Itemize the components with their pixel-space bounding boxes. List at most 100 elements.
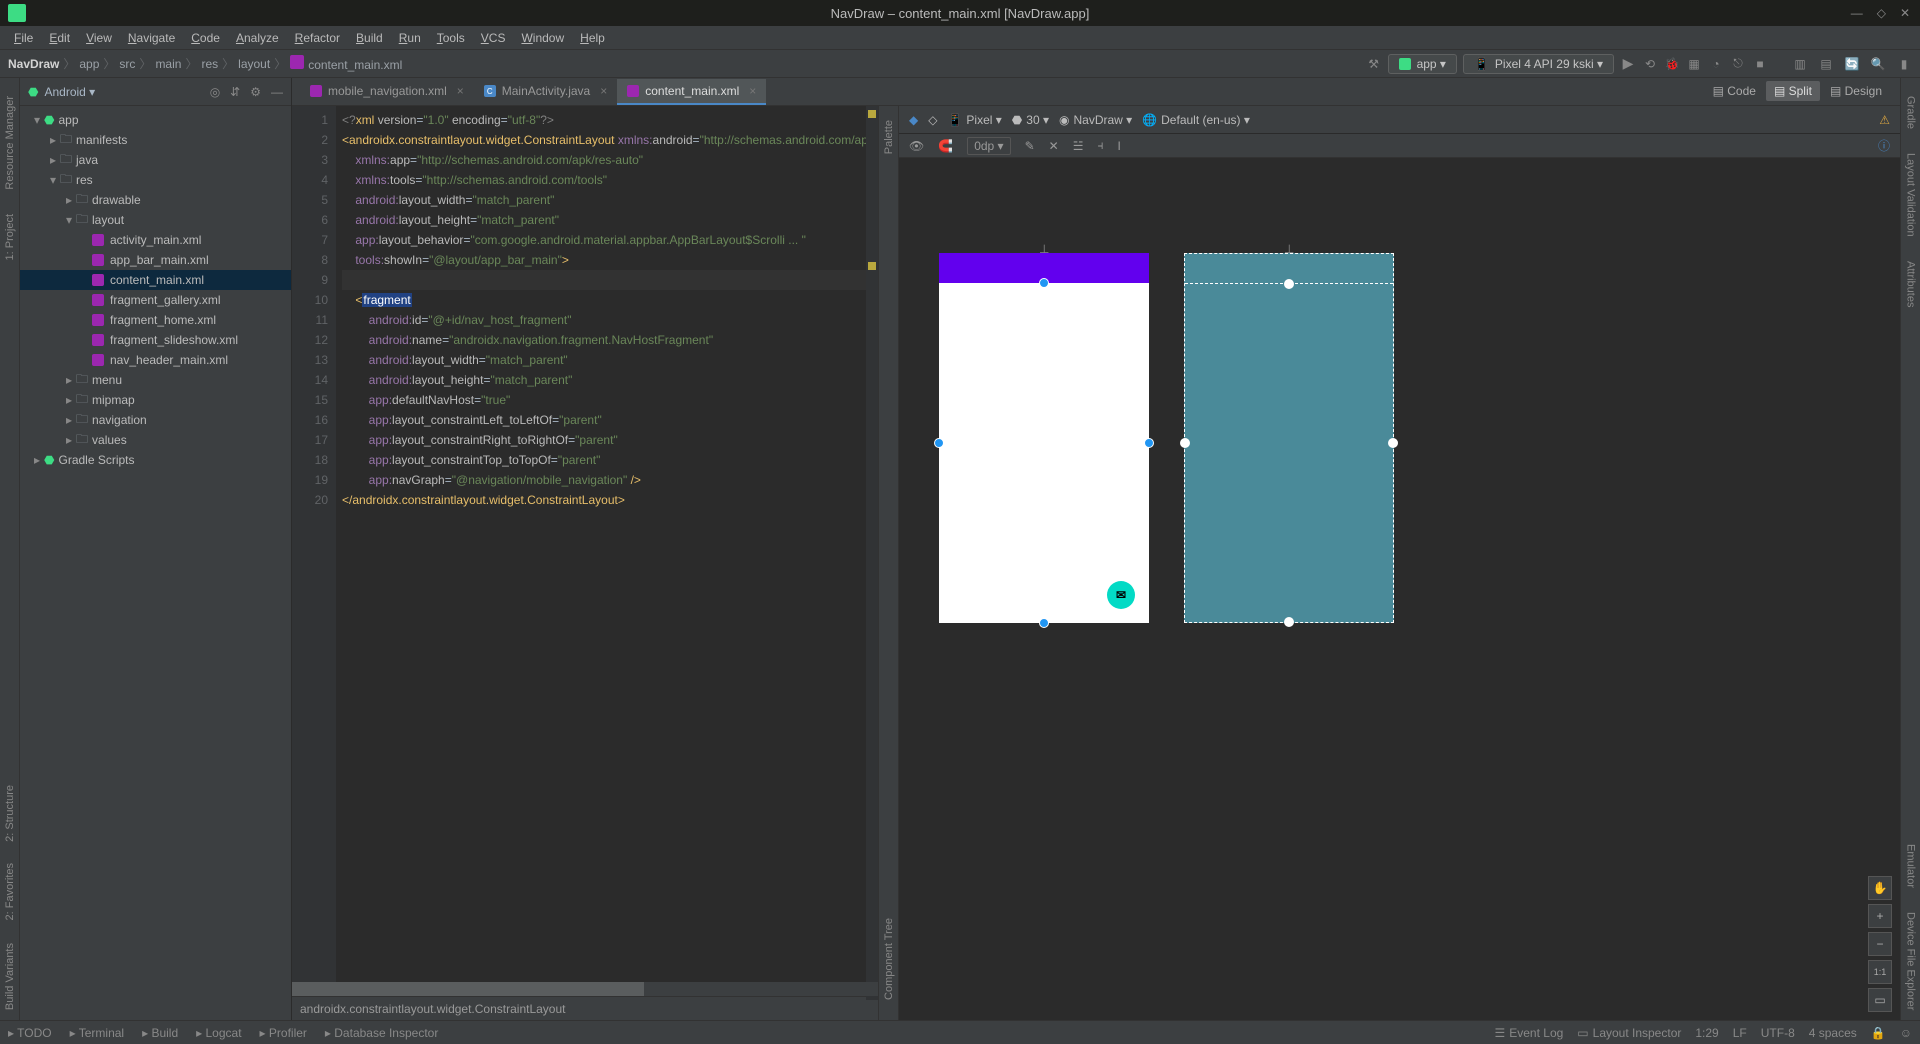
hammer-icon[interactable]: ⚒ [1366,56,1382,72]
api-selector[interactable]: ⬣ 30 ▾ [1012,113,1049,127]
breadcrumb-item[interactable]: layout [238,57,270,71]
menu-view[interactable]: View [80,29,118,47]
tree-item[interactable]: nav_header_main.xml [20,350,291,370]
breadcrumb-item[interactable]: app [79,57,99,71]
profiler-icon[interactable]: ◔ [1708,56,1724,72]
maximize-icon[interactable]: ◇ [1877,6,1886,20]
build-variants-tab[interactable]: Build Variants [4,943,16,1010]
file-encoding[interactable]: UTF-8 [1761,1026,1795,1040]
warning-marker[interactable] [868,262,876,270]
horizontal-scrollbar[interactable] [292,982,878,996]
zoom-in-icon[interactable]: + [1868,904,1892,928]
guideline-icon[interactable]: I [1117,139,1120,153]
indent-info[interactable]: 4 spaces [1809,1026,1857,1040]
editor-tab[interactable]: mobile_navigation.xml× [300,79,474,105]
attach-icon[interactable]: ⎋ [1730,56,1746,72]
menu-file[interactable]: File [8,29,39,47]
menu-analyze[interactable]: Analyze [230,29,285,47]
pack-icon[interactable]: ⫞ [1097,138,1103,153]
magnet-icon[interactable]: 🧲 [938,139,953,153]
tree-item[interactable]: fragment_home.xml [20,310,291,330]
tree-item[interactable]: fragment_slideshow.xml [20,330,291,350]
breadcrumb-item[interactable]: src [119,57,135,71]
resource-manager-tab[interactable]: Resource Manager [4,96,16,190]
menu-vcs[interactable]: VCS [475,29,512,47]
tree-item[interactable]: ▾🗀layout [20,210,291,230]
statusbar-terminal[interactable]: ▸ Terminal [70,1026,125,1040]
info-icon[interactable]: ⓘ [1878,137,1890,154]
statusbar-profiler[interactable]: ▸ Profiler [260,1026,307,1040]
collapse-icon[interactable]: ⇵ [230,85,240,99]
settings-icon[interactable]: ▮ [1896,56,1912,72]
resize-handle[interactable] [1144,438,1154,448]
editor-breadcrumb[interactable]: androidx.constraintlayout.widget.Constra… [292,996,878,1020]
menu-build[interactable]: Build [350,29,389,47]
sync-icon[interactable]: 🔄 [1844,56,1860,72]
menu-edit[interactable]: Edit [43,29,76,47]
line-separator[interactable]: LF [1733,1026,1747,1040]
gear-icon[interactable]: ⚙ [250,85,261,99]
tree-item[interactable]: ▸🗀menu [20,370,291,390]
palette-tab[interactable]: Palette [883,120,895,154]
resize-handle[interactable] [1180,438,1190,448]
project-view-selector[interactable]: Android ▾ [44,85,95,99]
project-tab[interactable]: 1: Project [4,214,16,260]
clear-constraints-icon[interactable]: ✕ [1049,139,1059,153]
locale-selector[interactable]: 🌐 Default (en-us) ▾ [1142,113,1250,127]
breadcrumb-item[interactable]: content_main.xml [290,55,402,72]
favorites-tab[interactable]: 2: Favorites [4,863,16,920]
pan-icon[interactable]: ✋ [1868,876,1892,900]
tree-item[interactable]: content_main.xml [20,270,291,290]
overview-ruler[interactable] [866,106,878,1000]
device-selector[interactable]: 📱Pixel 4 API 29 kski ▾ [1463,54,1614,74]
resize-handle[interactable] [1039,618,1049,628]
tree-item[interactable]: fragment_gallery.xml [20,290,291,310]
run-icon[interactable]: ▶ [1620,56,1636,72]
tree-item[interactable]: ▸🗀drawable [20,190,291,210]
warning-icon[interactable]: ⚠ [1879,113,1890,127]
tree-item[interactable]: ▸🗀navigation [20,410,291,430]
tree-item[interactable]: ▸🗀values [20,430,291,450]
theme-selector[interactable]: ◉ NavDraw ▾ [1059,113,1132,127]
menu-refactor[interactable]: Refactor [289,29,346,47]
tree-item[interactable]: app_bar_main.xml [20,250,291,270]
close-tab-icon[interactable]: × [749,84,756,98]
resize-handle[interactable] [1284,279,1294,289]
tree-item[interactable]: ▸⬣Gradle Scripts [20,450,291,470]
orientation-icon[interactable]: ◇ [928,113,937,127]
editor-tab[interactable]: content_main.xml× [617,79,766,105]
hide-icon[interactable]: — [271,85,283,99]
structure-tab[interactable]: 2: Structure [4,785,16,842]
layout-validation-tab[interactable]: Layout Validation [1905,153,1917,237]
tree-item[interactable]: ▸🗀mipmap [20,390,291,410]
statusbar-todo[interactable]: ▸ TODO [8,1026,52,1040]
coverage-icon[interactable]: ▦ [1686,56,1702,72]
default-margin[interactable]: 0dp ▾ [967,137,1010,155]
gradle-tab[interactable]: Gradle [1905,96,1917,129]
tree-item[interactable]: ▾⬣app [20,110,291,130]
menu-window[interactable]: Window [515,29,570,47]
tree-item[interactable]: activity_main.xml [20,230,291,250]
attributes-tab[interactable]: Attributes [1905,261,1917,307]
menu-run[interactable]: Run [393,29,427,47]
breadcrumb[interactable]: NavDraw〉app〉src〉main〉res〉layout〉content_… [8,55,402,72]
resize-handle[interactable] [1284,617,1294,627]
menu-tools[interactable]: Tools [431,29,471,47]
design-canvas[interactable]: ⊥ ⊥ ✉ [899,158,1900,1020]
resize-handle[interactable] [934,438,944,448]
menu-code[interactable]: Code [185,29,226,47]
resize-handle[interactable] [1388,438,1398,448]
debug-icon[interactable]: 🐞 [1664,56,1680,72]
editor-tab[interactable]: CMainActivity.java× [474,79,618,105]
inspection-icon[interactable]: ☺ [1900,1026,1912,1040]
close-tab-icon[interactable]: × [600,84,607,98]
align-icon[interactable]: ☱ [1073,139,1084,153]
zoom-reset-icon[interactable]: 1:1 [1868,960,1892,984]
close-tab-icon[interactable]: × [457,84,464,98]
design-surface-icon[interactable]: ◆ [909,113,918,127]
avd-icon[interactable]: ▥ [1792,56,1808,72]
view-mode-design[interactable]: ▤ Design [1822,81,1890,101]
design-preview[interactable]: ✉ [939,253,1149,623]
warning-marker[interactable] [868,110,876,118]
caret-position[interactable]: 1:29 [1695,1026,1718,1040]
